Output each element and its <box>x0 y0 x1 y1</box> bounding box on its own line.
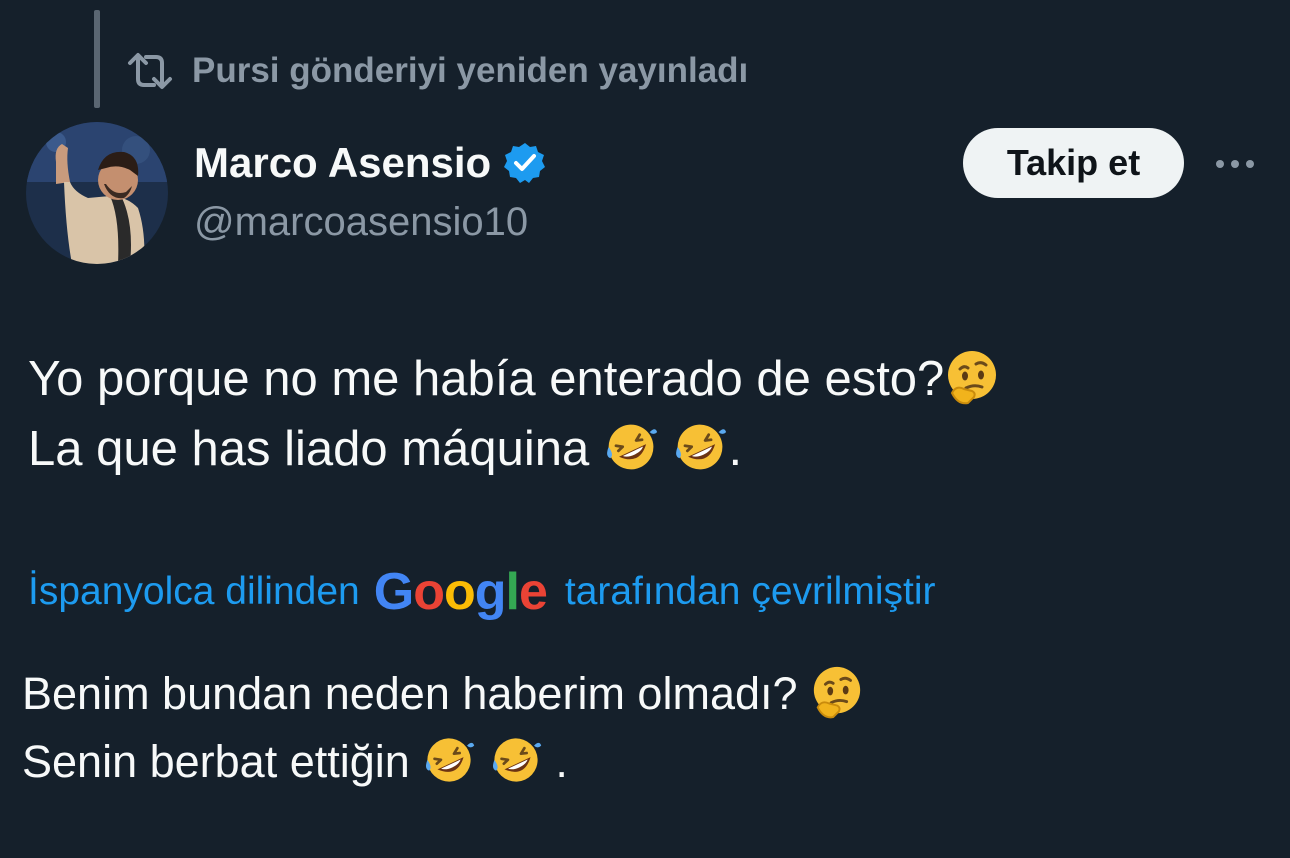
tweet-text: Yo porque no me había enterado de esto? … <box>28 344 1000 484</box>
repost-icon <box>126 51 174 91</box>
avatar[interactable] <box>26 122 168 264</box>
repost-context[interactable]: Pursi gönderiyi yeniden yayınladı <box>126 48 748 94</box>
google-logo: Google <box>373 563 548 621</box>
rofl-icon <box>422 733 476 787</box>
follow-button[interactable]: Takip et <box>963 128 1184 198</box>
tweet-line-2-period: . <box>728 422 743 476</box>
author-name[interactable]: Marco Asensio <box>194 139 491 187</box>
tweet-line-1-text: Yo porque no me había enterado de esto? <box>28 352 945 406</box>
verified-badge-icon <box>491 141 547 185</box>
thinking-face-icon <box>944 349 1000 405</box>
translation-suffix: tarafından çevrilmiştir <box>564 570 936 613</box>
translated-line-2-text: Senin berbat ettiğin <box>22 736 410 787</box>
translated-line-1-text: Benim bundan neden haberim olmadı? <box>22 668 798 719</box>
tweet-line-2-text: La que has liado máquina <box>28 422 590 476</box>
author-name-row[interactable]: Marco Asensio <box>194 138 547 188</box>
rofl-icon <box>489 733 543 787</box>
thread-connector-line <box>94 10 100 108</box>
rofl-icon <box>603 419 659 475</box>
rofl-icon <box>672 419 728 475</box>
translation-prefix: İspanyolca dilinden <box>28 570 360 613</box>
author-handle[interactable]: @marcoasensio10 <box>194 200 528 245</box>
tweet-line-1: Yo porque no me había enterado de esto? <box>28 344 1000 414</box>
more-options-icon[interactable] <box>1210 144 1260 184</box>
translated-line-2-period: . <box>555 736 568 787</box>
tweet-line-2: La que has liado máquina . <box>28 414 1000 484</box>
repost-text: Pursi gönderiyi yeniden yayınladı <box>192 51 749 90</box>
translated-line-2: Senin berbat ettiğin . <box>22 728 864 796</box>
translation-notice[interactable]: İspanyolca dilinden Google tarafından çe… <box>28 562 935 622</box>
thinking-face-icon <box>810 665 864 719</box>
translated-text: Benim bundan neden haberim olmadı? Senin… <box>22 660 864 796</box>
translated-line-1: Benim bundan neden haberim olmadı? <box>22 660 864 728</box>
